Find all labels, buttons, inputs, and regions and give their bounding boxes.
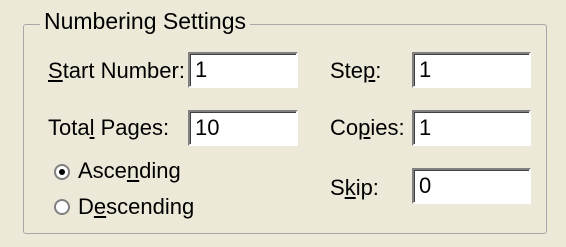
start-number-input[interactable]: 1 xyxy=(188,52,298,88)
total-pages-label: Total Pages: xyxy=(48,115,170,140)
step-input[interactable]: 1 xyxy=(412,52,531,88)
radio-selected-dot xyxy=(59,169,65,175)
skip-input[interactable]: 0 xyxy=(412,168,531,204)
copies-label: Copies: xyxy=(330,115,405,140)
group-title: Numbering Settings xyxy=(40,8,250,35)
copies-input[interactable]: 1 xyxy=(412,110,531,146)
step-label: Step: xyxy=(330,58,382,83)
skip-label: Skip: xyxy=(330,175,379,200)
total-pages-input[interactable]: 10 xyxy=(188,110,298,146)
descending-radio[interactable] xyxy=(54,199,70,215)
descending-label[interactable]: Descending xyxy=(78,194,194,220)
ascending-label[interactable]: Ascending xyxy=(78,158,181,184)
ascending-radio[interactable] xyxy=(54,164,70,180)
start-number-label: Start Number: xyxy=(48,58,185,83)
